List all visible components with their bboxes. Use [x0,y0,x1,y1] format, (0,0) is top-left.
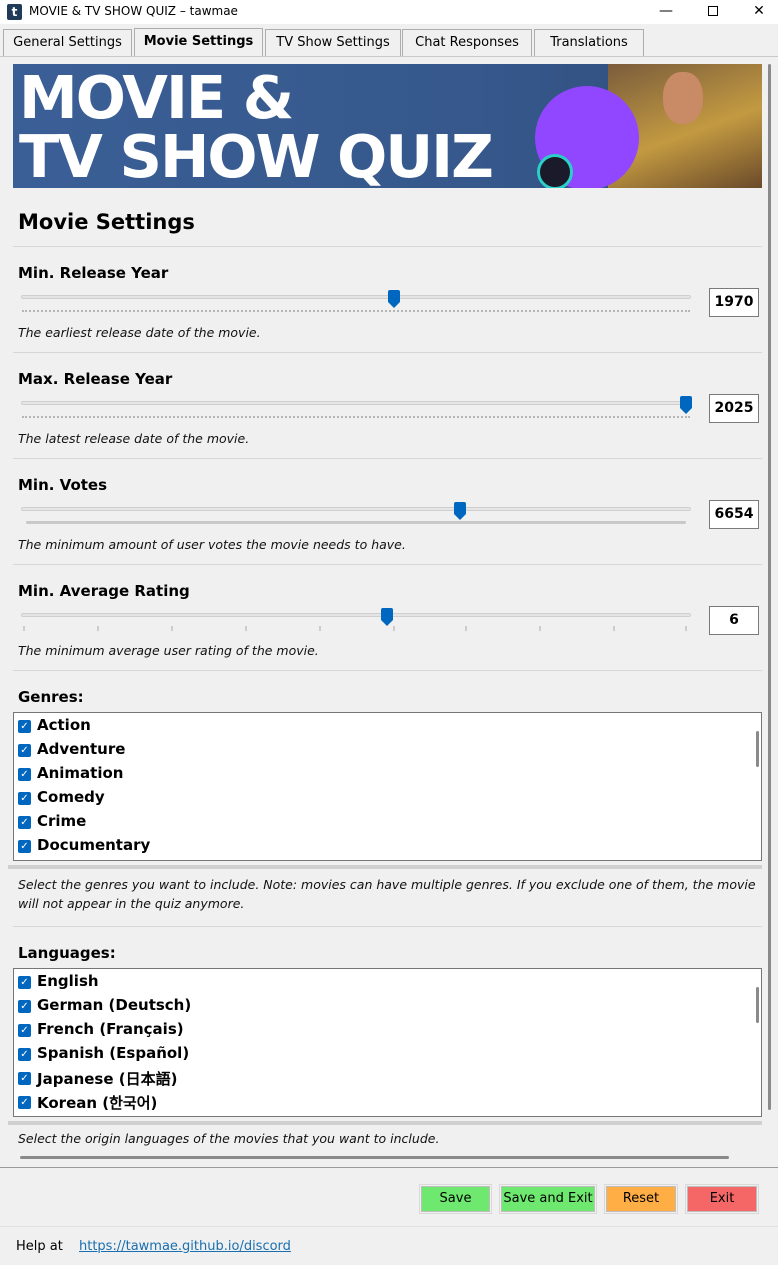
tab-translations[interactable]: Translations [534,29,644,56]
languages-list[interactable]: ✓ English ✓ German (Deutsch) ✓ French (Fran… [13,968,762,1117]
min-release-year-ticks [22,308,690,312]
divider [13,352,762,353]
min-release-year-label: Min. Release Year [18,264,169,282]
divider [0,1167,778,1168]
banner-title-line2: TV SHOW QUIZ [19,122,494,188]
quiz-banner: MOVIE & TV SHOW QUIZ [13,64,762,188]
min-avg-rating-ticks [23,626,687,631]
close-button[interactable]: ✕ [736,0,778,24]
app-icon: t [7,4,22,20]
min-avg-rating-description: The minimum average user rating of the m… [18,643,319,658]
min-release-year-description: The earliest release date of the movie. [18,325,261,340]
min-release-year-input[interactable]: 1970 [709,288,759,317]
min-avg-rating-track [21,613,691,617]
max-release-year-slider[interactable] [680,396,692,414]
checkbox-checked-icon[interactable]: ✓ [18,792,31,805]
exit-button[interactable]: Exit [685,1184,759,1214]
min-votes-track [21,507,691,511]
save-and-exit-button[interactable]: Save and Exit [499,1184,597,1214]
maximize-icon [708,6,718,16]
min-votes-tick-bar [26,521,686,524]
maximize-button[interactable] [690,0,736,24]
min-votes-slider[interactable] [454,502,467,520]
languages-horizontal-scrollbar[interactable] [8,1121,762,1125]
checkbox-checked-icon[interactable]: ✓ [18,1096,31,1109]
tab-tv-show-settings[interactable]: TV Show Settings [265,29,401,56]
genres-scrollbar[interactable] [756,731,759,767]
app-window: t MOVIE & TV SHOW QUIZ – tawmae — ✕ Gene… [0,0,778,1265]
vertical-scrollbar[interactable] [767,64,773,1110]
min-release-year-slider[interactable] [387,290,400,308]
banner-photo-face [663,72,703,124]
horizontal-scrollbar[interactable] [20,1156,729,1159]
divider [13,564,762,565]
window-title: MOVIE & TV SHOW QUIZ – tawmae [29,4,238,18]
max-release-year-ticks [22,414,690,418]
divider [13,670,762,671]
checkbox-checked-icon[interactable]: ✓ [18,840,31,853]
min-avg-rating-slider[interactable] [381,608,394,626]
divider [13,246,762,247]
save-button[interactable]: Save [419,1184,492,1214]
max-release-year-track [21,401,691,405]
divider [0,1226,778,1227]
tab-general-settings[interactable]: General Settings [3,29,132,56]
divider [13,926,762,927]
genres-horizontal-scrollbar[interactable] [8,865,762,869]
languages-scrollbar[interactable] [756,987,759,1023]
checkbox-checked-icon[interactable]: ✓ [18,1024,31,1037]
languages-description: Select the origin languages of the movie… [18,1131,440,1146]
min-votes-label: Min. Votes [18,476,108,494]
checkbox-checked-icon[interactable]: ✓ [18,768,31,781]
checkbox-checked-icon[interactable]: ✓ [18,1000,31,1013]
divider [13,458,762,459]
tab-movie-settings[interactable]: Movie Settings [134,28,263,56]
page-title: Movie Settings [18,210,195,234]
checkbox-checked-icon[interactable]: ✓ [18,1048,31,1061]
help-label: Help at [16,1239,63,1254]
discord-help-link[interactable]: https://tawmae.github.io/discord [79,1239,291,1254]
title-bar: t MOVIE & TV SHOW QUIZ – tawmae — ✕ [0,0,778,24]
min-votes-input[interactable]: 6654 [709,500,759,529]
minimize-button[interactable]: — [643,0,689,24]
checkbox-checked-icon[interactable]: ✓ [18,816,31,829]
checkbox-checked-icon[interactable]: ✓ [18,1072,31,1085]
reset-button[interactable]: Reset [604,1184,678,1214]
max-release-year-label: Max. Release Year [18,370,173,388]
min-votes-description: The minimum amount of user votes the mov… [18,537,406,552]
streamerbot-logo-icon [537,154,573,188]
checkbox-checked-icon[interactable]: ✓ [18,976,31,989]
languages-label: Languages: [18,944,116,962]
tab-chat-responses[interactable]: Chat Responses [402,29,532,56]
checkbox-checked-icon[interactable]: ✓ [18,720,31,733]
genres-label: Genres: [18,688,84,706]
genres-description: Select the genres you want to include. N… [18,877,756,911]
banner-title-line1: MOVIE & [19,64,294,132]
max-release-year-description: The latest release date of the movie. [18,431,250,446]
scrollbar-thumb[interactable] [768,64,771,1110]
min-avg-rating-label: Min. Average Rating [18,582,190,600]
genres-list[interactable]: ✓ Action ✓ Adventure ✓ Animation ✓ Comedy ✓ C… [13,712,762,861]
max-release-year-input[interactable]: 2025 [709,394,759,423]
checkbox-checked-icon[interactable]: ✓ [18,744,31,757]
min-avg-rating-input[interactable]: 6 [709,606,759,635]
min-release-year-track [21,295,691,299]
